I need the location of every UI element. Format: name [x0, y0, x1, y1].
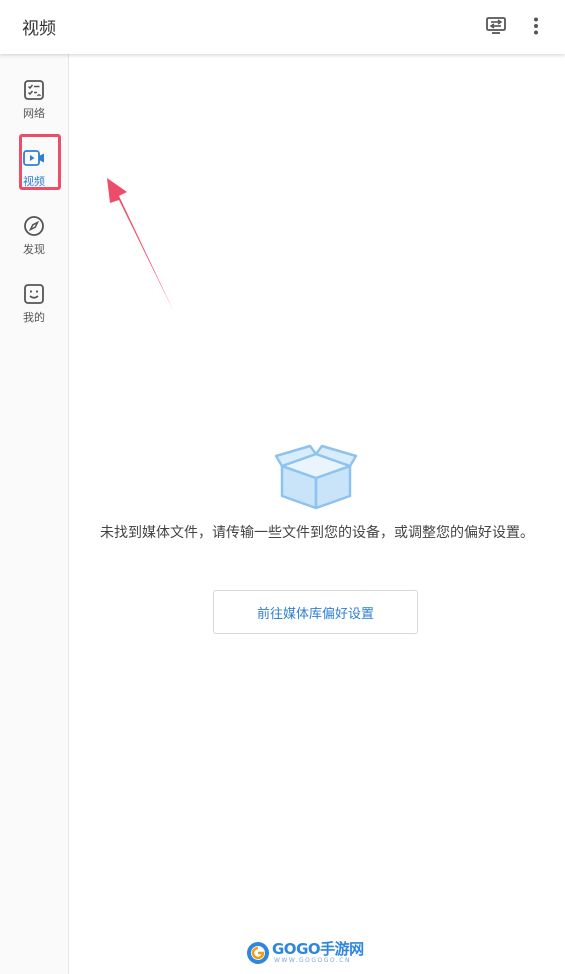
top-app-bar: 视频 [0, 0, 565, 54]
main-content: 未找到媒体文件，请传输一些文件到您的设备，或调整您的偏好设置。 前往媒体库偏好设… [69, 54, 565, 974]
page-title: 视频 [22, 19, 56, 39]
watermark-emblem-icon [247, 942, 269, 964]
sidebar-item-mine[interactable]: 我的 [0, 278, 68, 334]
sidebar-item-discover[interactable]: 发现 [0, 210, 68, 266]
more-vert-icon [534, 17, 538, 35]
compass-icon [24, 216, 44, 236]
sidebar-item-label: 视频 [23, 175, 45, 188]
sidebar-item-network[interactable]: 网络 [0, 74, 68, 130]
sidebar-item-label: 网络 [23, 107, 45, 120]
network-checklist-icon [24, 80, 44, 100]
media-library-preferences-button[interactable]: 前往媒体库偏好设置 [213, 590, 418, 634]
sidebar-item-label: 我的 [23, 311, 45, 324]
more-options-button[interactable] [524, 13, 548, 39]
empty-state-message: 未找到媒体文件，请传输一些文件到您的设备，或调整您的偏好设置。 [100, 525, 534, 541]
watermark-text: GOGO手游网 [272, 940, 364, 958]
sidebar-item-label: 发现 [23, 243, 45, 256]
sidebar-nav: 网络 视频 发现 我的 [0, 54, 69, 974]
smile-face-icon [24, 284, 44, 304]
watermark-subtext: WWW.GOGOGO.CN [274, 957, 351, 964]
cast-button[interactable] [484, 14, 508, 38]
watermark-logo: GOGO手游网 WWW.GOGOGO.CN [246, 936, 364, 970]
sidebar-item-video[interactable]: 视频 [0, 142, 68, 198]
cast-icon [486, 17, 506, 34]
video-icon [23, 150, 44, 166]
open-box-icon [274, 444, 358, 510]
